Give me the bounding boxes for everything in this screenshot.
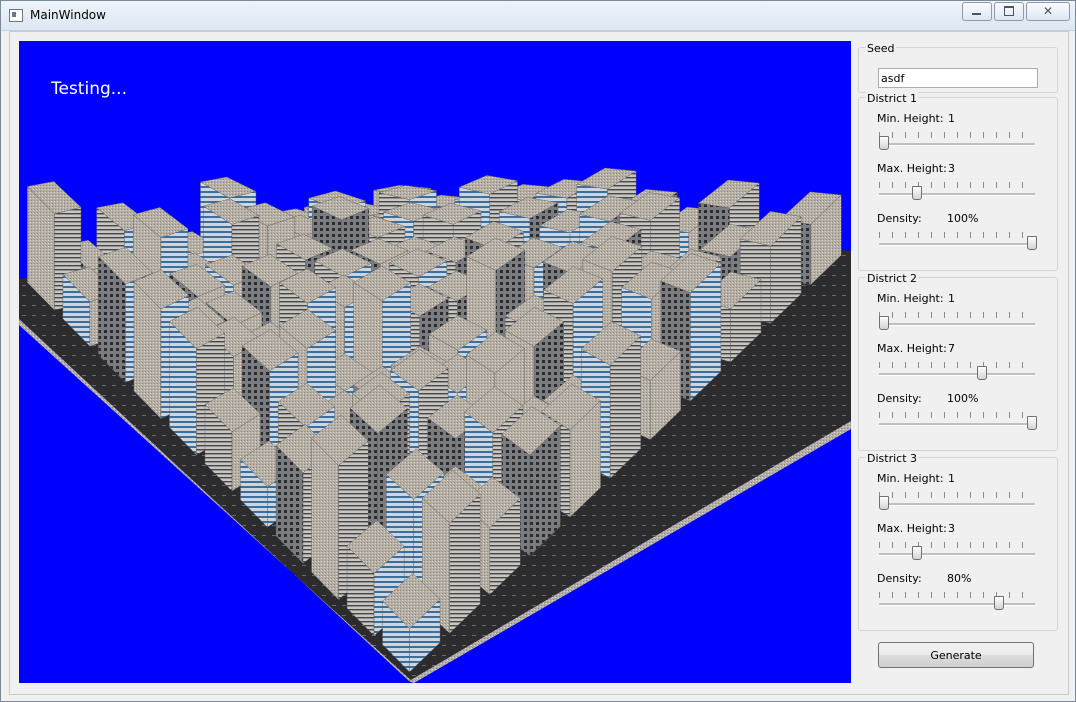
district-title: District 3 (866, 452, 919, 465)
density-label: Density: (877, 572, 922, 585)
min-height-slider[interactable] (877, 312, 1037, 332)
slider-ticks (879, 132, 1035, 138)
slider-handle[interactable] (994, 596, 1005, 610)
slider-handle[interactable] (1027, 236, 1037, 250)
maximize-button[interactable] (994, 2, 1024, 21)
max-height-label: Max. Height: (877, 522, 947, 535)
district-title: District 2 (866, 272, 919, 285)
max-height-value: 3 (948, 522, 955, 535)
minimize-icon (972, 13, 981, 15)
status-overlay-text: Testing... (51, 79, 127, 99)
slider-ticks (879, 592, 1035, 598)
slider-handle[interactable] (879, 136, 889, 150)
building-front-face (311, 437, 339, 601)
slider-handle[interactable] (1027, 416, 1037, 430)
slider-handle[interactable] (976, 366, 987, 380)
min-height-value: 1 (948, 472, 955, 485)
max-height-value: 3 (948, 162, 955, 175)
max-height-value: 7 (948, 342, 955, 355)
max-height-slider[interactable] (877, 362, 1037, 382)
density-value: 100% (947, 212, 979, 225)
district-title: District 1 (866, 92, 919, 105)
district-3-group: District 3 Min. Height: 1 Max. Height: 3 Dens… (858, 452, 1058, 631)
slider-ticks (879, 232, 1035, 238)
max-height-slider[interactable] (877, 542, 1037, 562)
min-height-label: Min. Height: (877, 292, 944, 305)
min-height-slider[interactable] (877, 492, 1037, 512)
slider-ticks (879, 542, 1035, 548)
min-height-label: Min. Height: (877, 112, 944, 125)
density-label: Density: (877, 212, 922, 225)
app-icon (9, 9, 23, 22)
min-height-value: 1 (948, 292, 955, 305)
seed-input[interactable] (878, 68, 1038, 88)
slider-groove (879, 603, 1035, 606)
seed-label: Seed (866, 42, 896, 55)
min-height-label: Min. Height: (877, 472, 944, 485)
slider-ticks (879, 312, 1035, 318)
district-2-group: District 2 Min. Height: 1 Max. Height: 7 Dens… (858, 272, 1058, 451)
max-height-label: Max. Height: (877, 342, 947, 355)
maximize-icon (1004, 6, 1014, 16)
minimize-button[interactable] (962, 2, 992, 21)
slider-ticks (879, 182, 1035, 188)
slider-groove (879, 373, 1035, 376)
slider-handle[interactable] (911, 546, 922, 560)
slider-groove (879, 323, 1035, 326)
close-icon: ✕ (1042, 4, 1054, 18)
slider-ticks (879, 492, 1035, 498)
slider-handle[interactable] (911, 186, 922, 200)
density-slider[interactable] (877, 232, 1037, 252)
slider-handle[interactable] (879, 316, 889, 330)
slider-handle[interactable] (879, 496, 889, 510)
slider-groove (879, 423, 1035, 426)
slider-ticks (879, 362, 1035, 368)
density-label: Density: (877, 392, 922, 405)
generate-button[interactable]: Generate (878, 642, 1034, 668)
city-scene (19, 167, 851, 683)
window-title: MainWindow (30, 8, 106, 22)
render-viewport[interactable]: Testing... (19, 41, 851, 683)
slider-ticks (879, 412, 1035, 418)
seed-group: Seed (858, 42, 1058, 93)
density-value: 80% (947, 572, 972, 585)
district-1-group: District 1 Min. Height: 1 Max. Height: 3 Dens… (858, 92, 1058, 271)
max-height-label: Max. Height: (877, 162, 947, 175)
density-slider[interactable] (877, 412, 1037, 432)
min-height-slider[interactable] (877, 132, 1037, 152)
slider-groove (879, 243, 1035, 246)
density-slider[interactable] (877, 592, 1037, 612)
slider-groove (879, 503, 1035, 506)
density-value: 100% (947, 392, 979, 405)
max-height-slider[interactable] (877, 182, 1037, 202)
close-button[interactable]: ✕ (1026, 2, 1070, 21)
slider-groove (879, 143, 1035, 146)
window-controls: ✕ (960, 2, 1070, 21)
title-bar[interactable]: MainWindow ✕ (1, 1, 1075, 31)
slider-groove (879, 193, 1035, 196)
slider-groove (879, 553, 1035, 556)
min-height-value: 1 (948, 112, 955, 125)
